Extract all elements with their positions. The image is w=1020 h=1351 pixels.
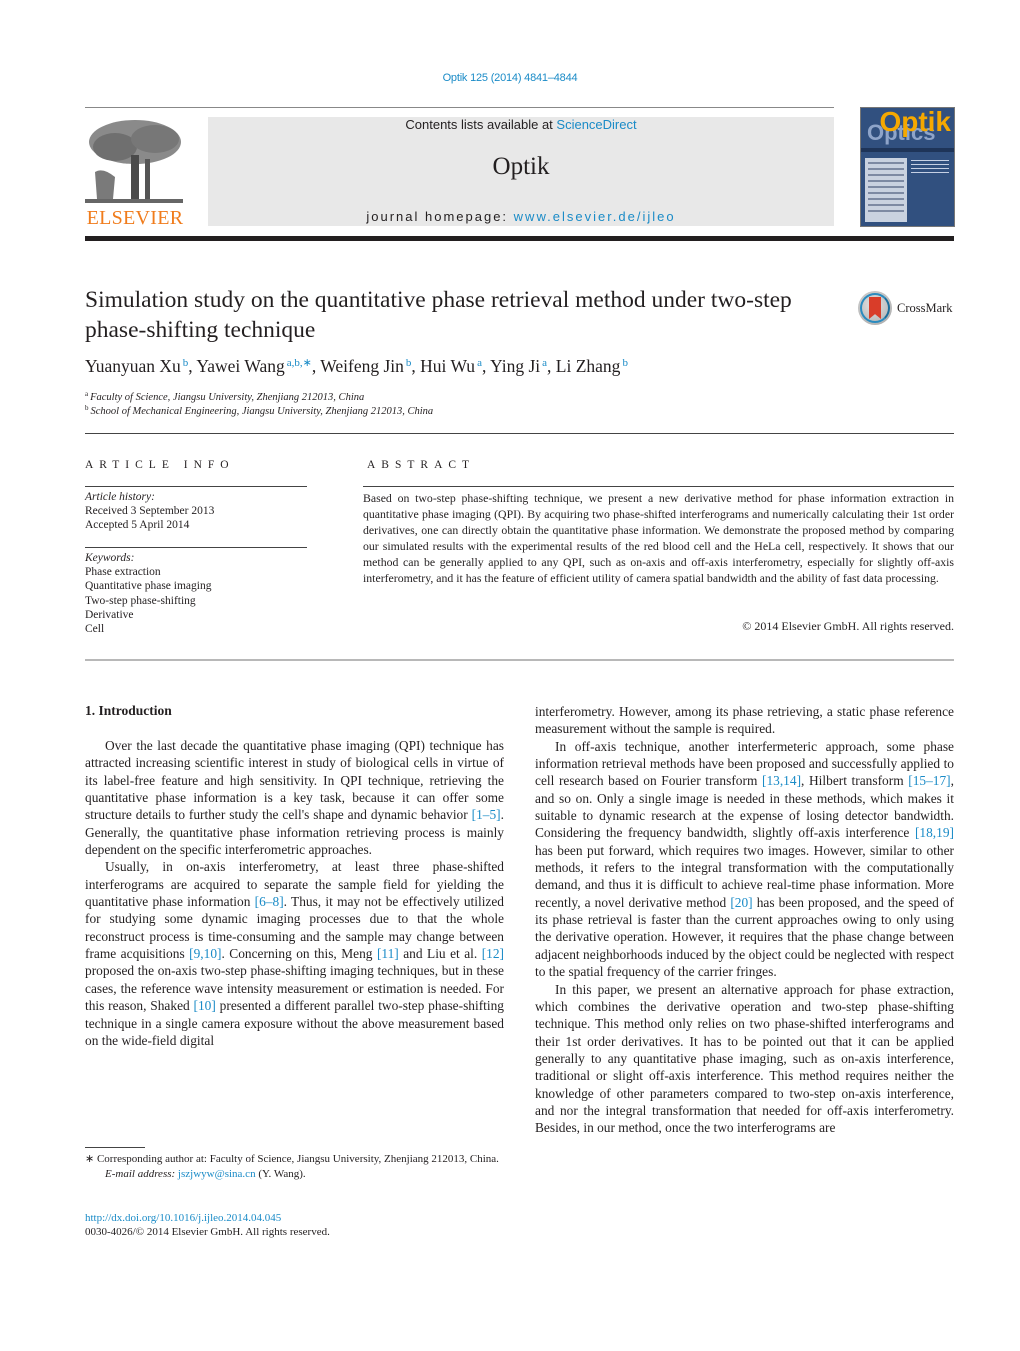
section-heading-introduction: 1. Introduction [85, 703, 172, 718]
reference-link[interactable]: [18,19] [915, 825, 954, 840]
author-affiliation-mark[interactable]: b [622, 357, 628, 369]
email-note: E-mail address: jszjwyw@sina.cn (Y. Wang… [105, 1167, 306, 1180]
reference-link[interactable]: [20] [730, 895, 752, 910]
abstract-copyright: © 2014 Elsevier GmbH. All rights reserve… [742, 619, 954, 633]
corresponding-author-note: ∗ Corresponding author at: Faculty of Sc… [85, 1153, 499, 1165]
body-paragraph: Usually, in on-axis interferometry, at l… [85, 859, 505, 1048]
journal-homepage-link[interactable]: www.elsevier.de/ijleo [514, 209, 676, 224]
elsevier-logo[interactable]: ELSEVIER [85, 117, 185, 229]
cover-band [861, 148, 954, 152]
cover-side-text [911, 160, 949, 161]
affiliation-a: a Faculty of Science, Jiangsu University,… [85, 390, 365, 403]
journal-banner: Contents lists available at ScienceDirec… [208, 117, 834, 226]
header-thick-rule [85, 236, 954, 241]
journal-name: Optik [492, 153, 550, 180]
abstract-text: Based on two-step phase-shifting techniq… [363, 491, 954, 585]
body-paragraph: In off-axis technique, another interferm… [535, 738, 954, 980]
divider [85, 486, 307, 487]
divider [85, 659, 954, 661]
body-paragraph: Over the last decade the quantitative ph… [85, 738, 504, 858]
reference-link[interactable]: [13,14] [762, 773, 801, 788]
divider [85, 547, 307, 548]
article-title: Simulation study on the quantitative pha… [85, 287, 792, 343]
body-column-right: interferometry. However, among its phase… [535, 703, 954, 1137]
divider [363, 486, 954, 487]
author-name: Weifeng Jin [320, 356, 404, 376]
journal-citation-link[interactable]: Optik 125 (2014) 4841–4844 [0, 72, 1020, 84]
keywords-label: Keywords: [85, 552, 135, 564]
reference-link[interactable]: [11] [377, 946, 399, 961]
cover-contents-panel [865, 158, 907, 222]
keyword-item: Derivative [85, 608, 134, 621]
email-link[interactable]: jszjwyw@sina.cn [178, 1168, 256, 1180]
cover-title-optik: Optik [879, 107, 951, 137]
article-history-label: Article history: [85, 491, 155, 503]
sciencedirect-link[interactable]: ScienceDirect [556, 117, 636, 132]
crossmark-label: CrossMark [897, 301, 953, 315]
keyword-item: Two-step phase-shifting [85, 594, 196, 607]
footnote-rule [85, 1147, 145, 1148]
keyword-item: Phase extraction [85, 566, 161, 579]
received-date: Received 3 September 2013 [85, 505, 215, 518]
accepted-date: Accepted 5 April 2014 [85, 519, 190, 532]
keyword-item: Quantitative phase imaging [85, 580, 212, 593]
abstract-heading: ABSTRACT [367, 459, 476, 471]
journal-homepage: journal homepage: www.elsevier.de/ijleo [366, 209, 676, 224]
body-column-left: Over the last decade the quantitative ph… [85, 737, 504, 1049]
doi-link[interactable]: http://dx.doi.org/10.1016/j.ijleo.2014.0… [85, 1212, 281, 1224]
author-name: Yuanyuan Xu [85, 356, 181, 376]
reference-link[interactable]: [15–17] [908, 773, 950, 788]
keyword-item: Cell [85, 623, 105, 636]
article-info-heading: ARTICLE INFO [85, 459, 235, 471]
reference-link[interactable]: [1–5] [472, 807, 501, 822]
journal-cover-image[interactable]: Optics Optik [860, 107, 955, 227]
reference-link[interactable]: [10] [194, 998, 216, 1013]
body-paragraph: In this paper, we present an alternative… [535, 981, 954, 1136]
header-rule [85, 107, 834, 108]
affiliation-b: b School of Mechanical Engineering, Jiang… [85, 404, 434, 417]
author-name: Yawei Wang [196, 356, 285, 376]
reference-link[interactable]: [6–8] [255, 894, 284, 909]
divider [85, 433, 954, 434]
reference-link[interactable]: [12] [482, 946, 504, 961]
author-list: Yuanyuan Xu b, Yawei Wang a,b,∗, Weifeng J… [85, 356, 628, 376]
keywords: Keywords: Phase extraction Quantitative … [85, 551, 211, 636]
footnote: ∗ Corresponding author at: Faculty of Sc… [85, 1152, 504, 1181]
issn-copyright: 0030-4026/© 2014 Elsevier GmbH. All righ… [85, 1226, 330, 1238]
author-name: Li Zhang [555, 356, 621, 376]
author-affiliation-mark[interactable]: a,b,∗ [287, 357, 312, 369]
author-name: Ying Ji [490, 356, 541, 376]
body-paragraph: interferometry. However, among its phase… [535, 704, 954, 737]
elsevier-wordmark: ELSEVIER [86, 207, 184, 229]
author-name: Hui Wu [420, 356, 476, 376]
crossmark-button[interactable]: CrossMark [858, 291, 958, 329]
elsevier-tree-icon [85, 117, 183, 207]
contents-available: Contents lists available at ScienceDirec… [405, 117, 637, 132]
article-history: Article history: Received 3 September 20… [85, 490, 214, 533]
reference-link[interactable]: [9,10] [189, 946, 221, 961]
